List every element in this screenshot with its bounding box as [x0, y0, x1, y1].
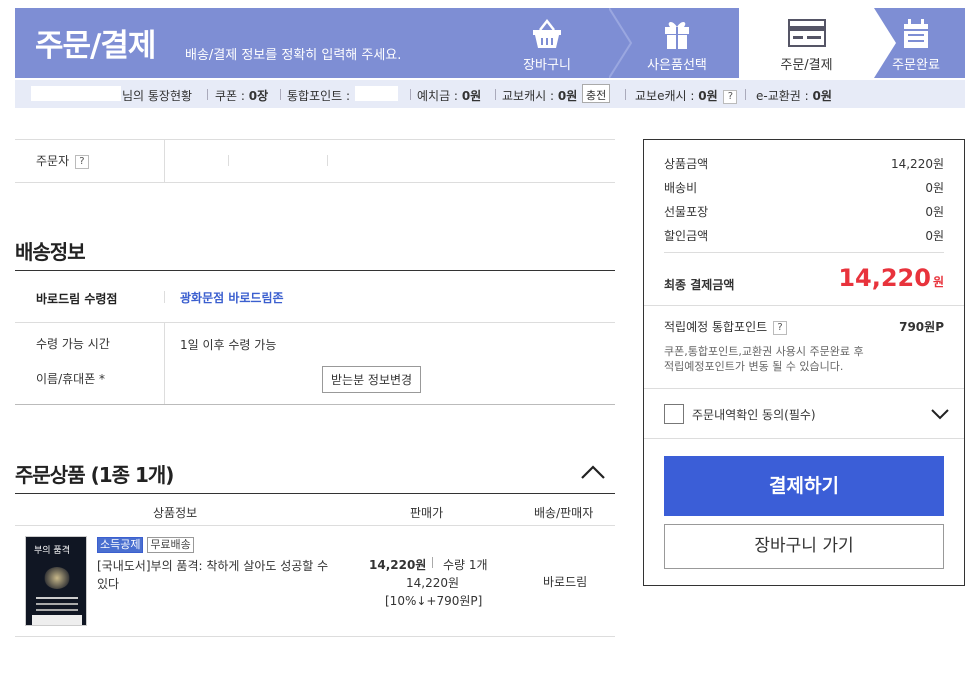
step-cart[interactable]: 장바구니 [485, 8, 609, 78]
agree-checkbox[interactable] [664, 404, 684, 424]
pickup-time-value: 1일 이후 수령 가능 [180, 338, 277, 352]
pickup-time-label: 수령 가능 시간 [36, 337, 110, 351]
charge-button[interactable]: 충전 [582, 84, 611, 103]
orderer-label: 주문자 ? [36, 152, 89, 169]
product-name-link[interactable]: [국내도서]부의 품격: 착하게 살아도 성공할 수 있다 [97, 557, 342, 593]
deposit-status: 예치금 : 0원 [417, 89, 482, 103]
help-icon[interactable]: ? [74, 154, 89, 169]
gift-icon [665, 22, 689, 49]
step-complete[interactable]: 주문완료 [867, 8, 965, 78]
step-gift[interactable]: 사은품선택 [615, 8, 739, 78]
points-label: 통합포인트 : [287, 89, 351, 103]
col-header-price: 판매가 [410, 506, 444, 520]
shipping-section-title: 배송정보 [15, 240, 86, 264]
kyobo-cash-status: 교보캐시 : 0원 [502, 89, 578, 103]
step-label: 주문/결제 [780, 58, 833, 73]
pickup-store-link[interactable]: 광화문점 바로드림존 [180, 289, 284, 306]
col-header-product: 상품정보 [153, 506, 198, 520]
earned-points-row: 적립예정 통합포인트 ? 790원P [664, 320, 944, 335]
order-steps: 장바구니 사은품선택 주문/결제 주문완료 [485, 8, 965, 78]
go-to-cart-button[interactable]: 장바구니 가기 [664, 524, 944, 569]
points-notice: 쿠폰,통합포인트,교환권 사용시 주문완료 후 적립예정포인트가 변동 될 수 … [664, 345, 864, 373]
help-icon[interactable]: ? [723, 89, 738, 104]
step-payment[interactable]: 주문/결제 [739, 8, 874, 78]
page-title: 주문/결제 [35, 28, 156, 64]
agree-label: 주문내역확인 동의(필수) [692, 408, 816, 422]
summary-row-discount: 할인금액 0원 [664, 229, 944, 243]
kyobo-ecash-status: 교보e캐시 : 0원 ? [635, 87, 738, 104]
book-cover-image[interactable]: 부의 품격 [25, 536, 87, 626]
product-badges: 소득공제 무료배송 [97, 537, 194, 553]
name-phone-label: 이름/휴대폰 * [36, 372, 106, 386]
product-seller: 바로드림 [543, 575, 588, 589]
page-subtitle: 배송/결제 정보를 정확히 입력해 주세요. [185, 48, 402, 63]
help-icon[interactable]: ? [773, 320, 788, 335]
summary-row-gift-wrap: 선물포장 0원 [664, 205, 944, 219]
free-shipping-badge: 무료배송 [147, 537, 194, 553]
chevron-down-icon[interactable] [930, 408, 950, 420]
chevron-up-icon[interactable] [580, 464, 606, 480]
summary-row-shipping: 배송비 0원 [664, 181, 944, 195]
ecoupon-status: e-교환권 : 0원 [756, 89, 832, 103]
step-label: 주문완료 [892, 58, 940, 73]
summary-row-product-amount: 상품금액 14,220원 [664, 157, 944, 171]
calendar-icon [904, 19, 928, 48]
product-quantity: 수량 1개 [443, 558, 488, 572]
final-amount: 14,220 원 [838, 264, 944, 292]
coupon-status[interactable]: 쿠폰 : 0장 [215, 87, 268, 104]
product-discount: [10%↓+790원P] [385, 594, 483, 608]
step-label: 장바구니 [523, 58, 571, 73]
account-status-label: 님의 통장현황 [122, 89, 193, 103]
pay-button[interactable]: 결제하기 [664, 456, 944, 516]
points-value-masked [355, 86, 398, 101]
basket-icon [533, 18, 561, 48]
product-price: 14,220원 [369, 558, 427, 572]
products-section-title: 주문상품 (1종 1개) [15, 463, 174, 487]
account-status-bar: 님의 통장현황 쿠폰 : 0장 통합포인트 : 예치금 : 0원 교보캐시 : … [15, 80, 965, 108]
book-cover-title: 부의 품격 [34, 546, 70, 556]
tax-deduction-badge: 소득공제 [97, 537, 144, 553]
pickup-store-label: 바로드림 수령점 [36, 292, 118, 306]
order-header: 주문/결제 배송/결제 정보를 정확히 입력해 주세요. 장바구니 사은품선택 … [15, 8, 965, 78]
step-label: 사은품선택 [647, 58, 707, 73]
user-name-masked [31, 86, 121, 101]
product-price-sale: 14,220원 [406, 576, 460, 590]
change-recipient-button[interactable]: 받는분 정보변경 [322, 366, 422, 393]
payment-summary-panel: 상품금액 14,220원 배송비 0원 선물포장 0원 할인금액 0원 최종 결제금액 … [643, 139, 965, 586]
card-icon [787, 19, 826, 47]
col-header-seller: 배송/판매자 [534, 506, 594, 520]
